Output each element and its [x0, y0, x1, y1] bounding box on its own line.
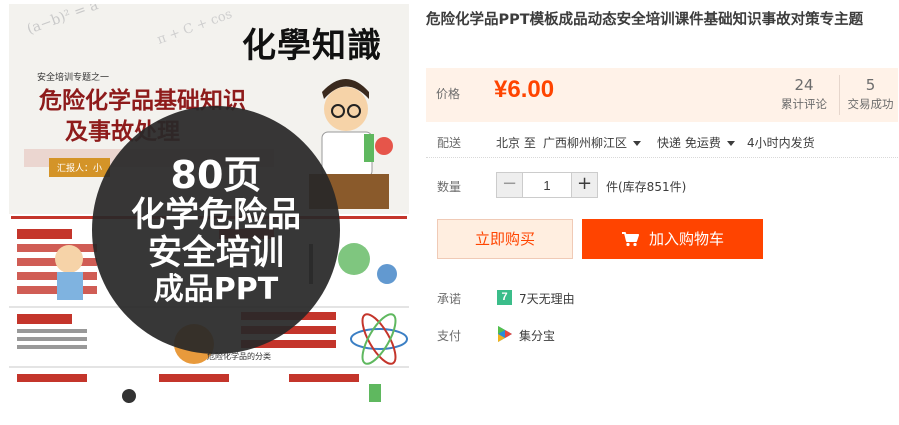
stock-info: 件(库存851件) — [606, 180, 687, 194]
product-main-image[interactable]: (a−b)² = a² − 2ab π + C + cos — [9, 4, 409, 404]
shipping-label: 配送 — [437, 136, 462, 150]
quantity-stepper[interactable]: − + — [496, 172, 598, 198]
brand-title: 化學知識 — [242, 26, 382, 66]
cart-icon — [621, 232, 639, 247]
review-count[interactable]: 24 — [773, 75, 835, 95]
badge-line-2: 化学危险品 — [131, 195, 301, 236]
deals-label: 交易成功 — [847, 97, 894, 111]
divider — [426, 157, 898, 158]
price-value: ¥6.00 — [494, 76, 555, 103]
product-title: 危险化学品PPT模板成品动态安全培训课件基础知识事故对策专主题 — [426, 12, 864, 28]
payment-label: 支付 — [437, 329, 462, 343]
badge-pages: 80页 — [170, 152, 262, 197]
quantity-decrease-button[interactable]: − — [497, 173, 522, 197]
badge-line-3: 安全培训 — [148, 233, 284, 274]
deals-count: 5 — [865, 76, 876, 94]
quantity-input[interactable] — [522, 173, 572, 197]
price-label: 价格 — [436, 87, 461, 101]
reporter-tag: 汇报人：小 — [49, 158, 111, 177]
shipping-method-select[interactable]: 快递 免运费 — [657, 134, 735, 151]
add-to-cart-label[interactable]: 加入购物车 — [649, 219, 724, 259]
badge-line-4: 成品PPT — [153, 271, 279, 307]
quantity-label: 数量 — [437, 180, 462, 194]
chevron-down-icon[interactable] — [726, 141, 735, 146]
shipping-destination-select[interactable]: 广西柳州柳江区 — [543, 134, 642, 151]
shipping-origin: 北京 至 — [496, 136, 536, 150]
promo-badge: 80页 化学危险品 安全培训 成品PPT — [92, 106, 340, 354]
review-stat[interactable]: 24 累计评论 — [773, 75, 835, 113]
shipping-method[interactable]: 快递 免运费 — [657, 136, 721, 150]
quantity-increase-button[interactable]: + — [572, 173, 597, 197]
dispatch-time: 4小时内发货 — [747, 136, 815, 150]
promise-label: 承诺 — [437, 292, 462, 306]
payment-method[interactable]: 集分宝 — [519, 327, 555, 344]
deals-stat: 5 交易成功 — [839, 75, 899, 115]
add-to-cart-button[interactable]: 加入购物车 — [582, 219, 763, 259]
topic-subtitle: 安全培训专题之一 — [37, 73, 110, 83]
jifenbao-icon[interactable] — [496, 325, 514, 343]
chevron-down-icon[interactable] — [633, 141, 642, 146]
buy-now-button[interactable]: 立即购买 — [437, 219, 573, 259]
shipping-destination[interactable]: 广西柳州柳江区 — [543, 136, 627, 150]
promise-text[interactable]: 7天无理由 — [519, 290, 575, 307]
seven-day-return-icon[interactable]: 7 — [497, 290, 512, 305]
review-label[interactable]: 累计评论 — [773, 95, 835, 113]
price-panel: 价格 ¥6.00 24 累计评论 5 交易成功 — [426, 68, 898, 122]
